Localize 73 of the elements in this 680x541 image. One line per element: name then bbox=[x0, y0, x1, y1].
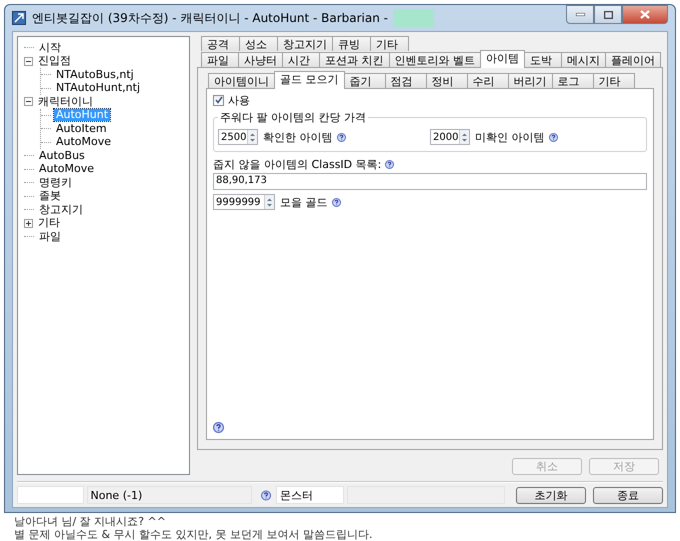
tree-item[interactable]: 캐릭터이니 bbox=[36, 96, 95, 108]
tree-item[interactable]: AutoBus bbox=[37, 150, 87, 162]
tree-item[interactable]: 파일 bbox=[37, 230, 63, 243]
help-icon[interactable] bbox=[332, 198, 340, 206]
tree-item[interactable]: AutoItem bbox=[54, 122, 109, 135]
input-field[interactable]: 88,90,173 bbox=[213, 173, 647, 190]
tree-item[interactable]: AutoMove bbox=[54, 136, 114, 148]
tab[interactable]: 파일 bbox=[201, 52, 239, 67]
minimize-button[interactable] bbox=[566, 5, 594, 24]
tab[interactable]: 아이템 bbox=[480, 50, 525, 68]
expand-icon[interactable] bbox=[24, 218, 33, 228]
help-icon[interactable] bbox=[336, 132, 346, 142]
exit-button[interactable]: 종료 bbox=[593, 486, 663, 504]
window-title: 엔티봇길잡이 (39차수정) - 캐릭터이니 - AutoHunt - Barbarian - bbox=[32, 10, 388, 26]
tab[interactable]: 줍기 bbox=[344, 73, 386, 88]
maximize-icon bbox=[604, 10, 612, 18]
number-spinner[interactable]: 2000 bbox=[430, 129, 470, 145]
group-title: 주워다 팔 아이템의 칸당 가격 bbox=[219, 110, 367, 125]
tab[interactable]: 골드 모으기 bbox=[274, 71, 344, 89]
tab[interactable]: 기타 bbox=[592, 73, 634, 88]
tab[interactable]: 로그 bbox=[552, 73, 594, 88]
status-field bbox=[17, 486, 84, 504]
tab[interactable]: 정비 bbox=[426, 73, 468, 88]
tree-item[interactable]: NTAutoBus,ntj bbox=[54, 68, 136, 81]
tab[interactable]: 사냥터 bbox=[238, 52, 283, 67]
tab[interactable]: 포션과 치킨 bbox=[319, 52, 390, 67]
checkbox-label: 사용 bbox=[228, 92, 250, 108]
tab[interactable]: 버리기 bbox=[508, 73, 552, 88]
tree-item[interactable]: 기타 bbox=[36, 217, 62, 230]
minimize-icon bbox=[576, 13, 584, 16]
collapse-icon[interactable] bbox=[24, 56, 33, 66]
help-icon[interactable] bbox=[548, 132, 558, 142]
tab[interactable]: 메시지 bbox=[561, 52, 606, 67]
tree-item[interactable]: 명령키 bbox=[37, 176, 74, 189]
tree-item[interactable]: 졸봇 bbox=[37, 190, 63, 202]
tab[interactable]: 기타 bbox=[370, 36, 409, 51]
close-icon bbox=[640, 10, 650, 19]
monster-field: 몬스터 bbox=[276, 486, 344, 504]
maximize-button[interactable] bbox=[594, 5, 622, 24]
tab[interactable]: 플레이어 bbox=[605, 52, 661, 67]
status-value: None (-1) bbox=[86, 486, 252, 504]
tab[interactable]: 성소 bbox=[239, 36, 278, 51]
tab[interactable]: 창고지기 bbox=[277, 36, 333, 51]
checkbox[interactable] bbox=[213, 94, 224, 106]
number-spinner[interactable]: 2500 bbox=[218, 129, 258, 145]
field-label: 확인한 아이템 bbox=[263, 130, 332, 144]
page-text: 별 문제 아닐수도 & 무시 할수도 있지만, 못 보던게 보여서 말씀드립니다. bbox=[14, 528, 374, 541]
tab[interactable]: 시간 bbox=[282, 52, 320, 67]
tree-item[interactable]: NTAutoHunt,ntj bbox=[54, 82, 142, 94]
app-icon bbox=[12, 11, 26, 25]
tab[interactable]: 아이템이니 bbox=[208, 73, 275, 88]
field-label: 미확인 아이템 bbox=[475, 130, 544, 144]
help-icon[interactable] bbox=[213, 422, 224, 433]
page-text: 날아다녀 님/ 잘 지내시죠? ^^ bbox=[14, 515, 167, 528]
tab[interactable]: 점검 bbox=[384, 73, 426, 88]
tab[interactable]: 수리 bbox=[466, 73, 508, 88]
help-icon[interactable] bbox=[385, 160, 394, 169]
tab[interactable]: 큐빙 bbox=[332, 36, 371, 51]
help-icon[interactable] bbox=[260, 490, 271, 501]
tree-item[interactable]: 진입점 bbox=[36, 55, 73, 68]
reset-button[interactable]: 초기화 bbox=[516, 486, 586, 504]
tab[interactable]: 도박 bbox=[524, 52, 562, 67]
close-button[interactable] bbox=[622, 5, 668, 24]
tree-item[interactable]: AutoMove bbox=[37, 163, 96, 176]
tree-item[interactable]: 창고지기 bbox=[37, 204, 85, 216]
field-label: 모을 골드 bbox=[280, 194, 328, 210]
redacted-block bbox=[394, 9, 434, 27]
field-label: 줍지 않을 아이템의 ClassID 목록: bbox=[213, 157, 382, 172]
tab[interactable]: 공격 bbox=[201, 36, 240, 51]
number-spinner[interactable]: 9999999 bbox=[213, 194, 275, 210]
tab[interactable]: 인벤토리와 벨트 bbox=[388, 52, 481, 67]
tree-item[interactable]: 시작 bbox=[37, 42, 63, 54]
collapse-icon[interactable] bbox=[24, 97, 33, 106]
